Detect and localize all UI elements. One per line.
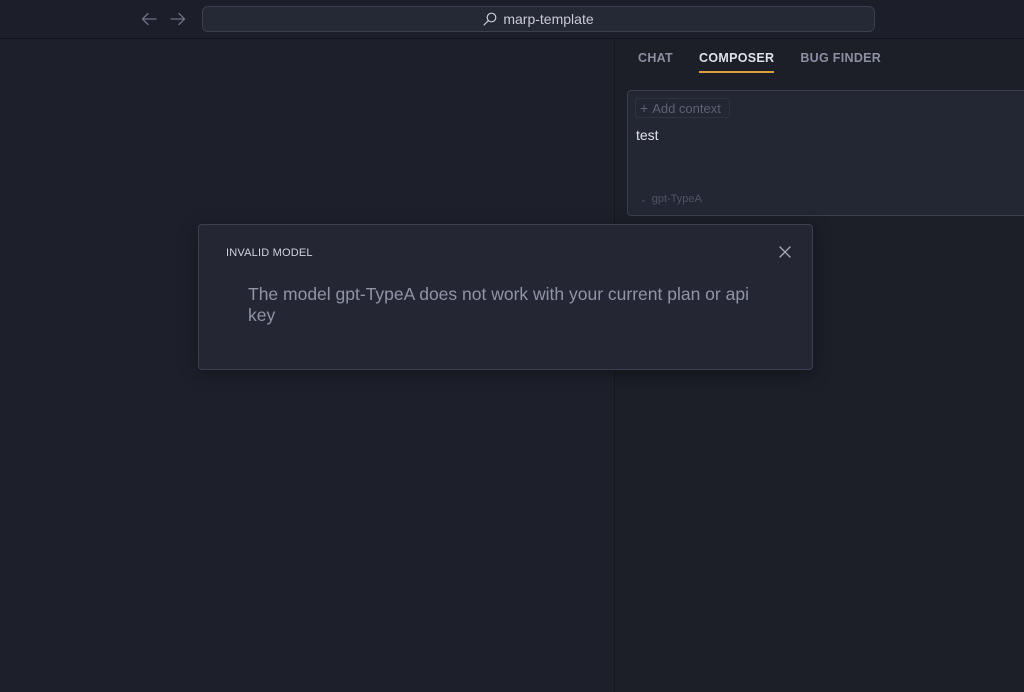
arrow-left-icon [141, 12, 157, 26]
composer-input-text[interactable]: test [636, 127, 659, 143]
title-bar: marp-template [0, 0, 1024, 39]
tab-chat[interactable]: CHAT [638, 51, 673, 73]
back-button[interactable] [139, 10, 159, 28]
tab-bug-finder[interactable]: BUG FINDER [800, 51, 881, 73]
search-text: marp-template [503, 11, 594, 27]
tab-composer[interactable]: COMPOSER [699, 51, 775, 73]
command-search-bar[interactable]: marp-template [202, 6, 875, 32]
close-button[interactable] [778, 245, 792, 259]
model-selector[interactable]: ⌄ gpt-TypeA [640, 193, 702, 205]
search-icon [483, 12, 497, 26]
close-icon [779, 246, 791, 258]
plus-icon: + [640, 100, 649, 116]
model-label: gpt-TypeA [651, 193, 702, 205]
composer-input-box[interactable]: + Add context test ⌄ gpt-TypeA [627, 90, 1024, 216]
panel-tabs: CHAT COMPOSER BUG FINDER [638, 51, 907, 73]
forward-button[interactable] [168, 10, 188, 28]
dialog-title: INVALID MODEL [226, 247, 313, 259]
arrow-right-icon [170, 12, 186, 26]
add-context-label: Add context [652, 100, 721, 116]
chevron-down-icon: ⌄ [640, 194, 647, 204]
invalid-model-dialog: INVALID MODEL The model gpt-TypeA does n… [198, 224, 813, 370]
add-context-button[interactable]: + Add context [635, 98, 730, 118]
dialog-message: The model gpt-TypeA does not work with y… [248, 284, 749, 325]
